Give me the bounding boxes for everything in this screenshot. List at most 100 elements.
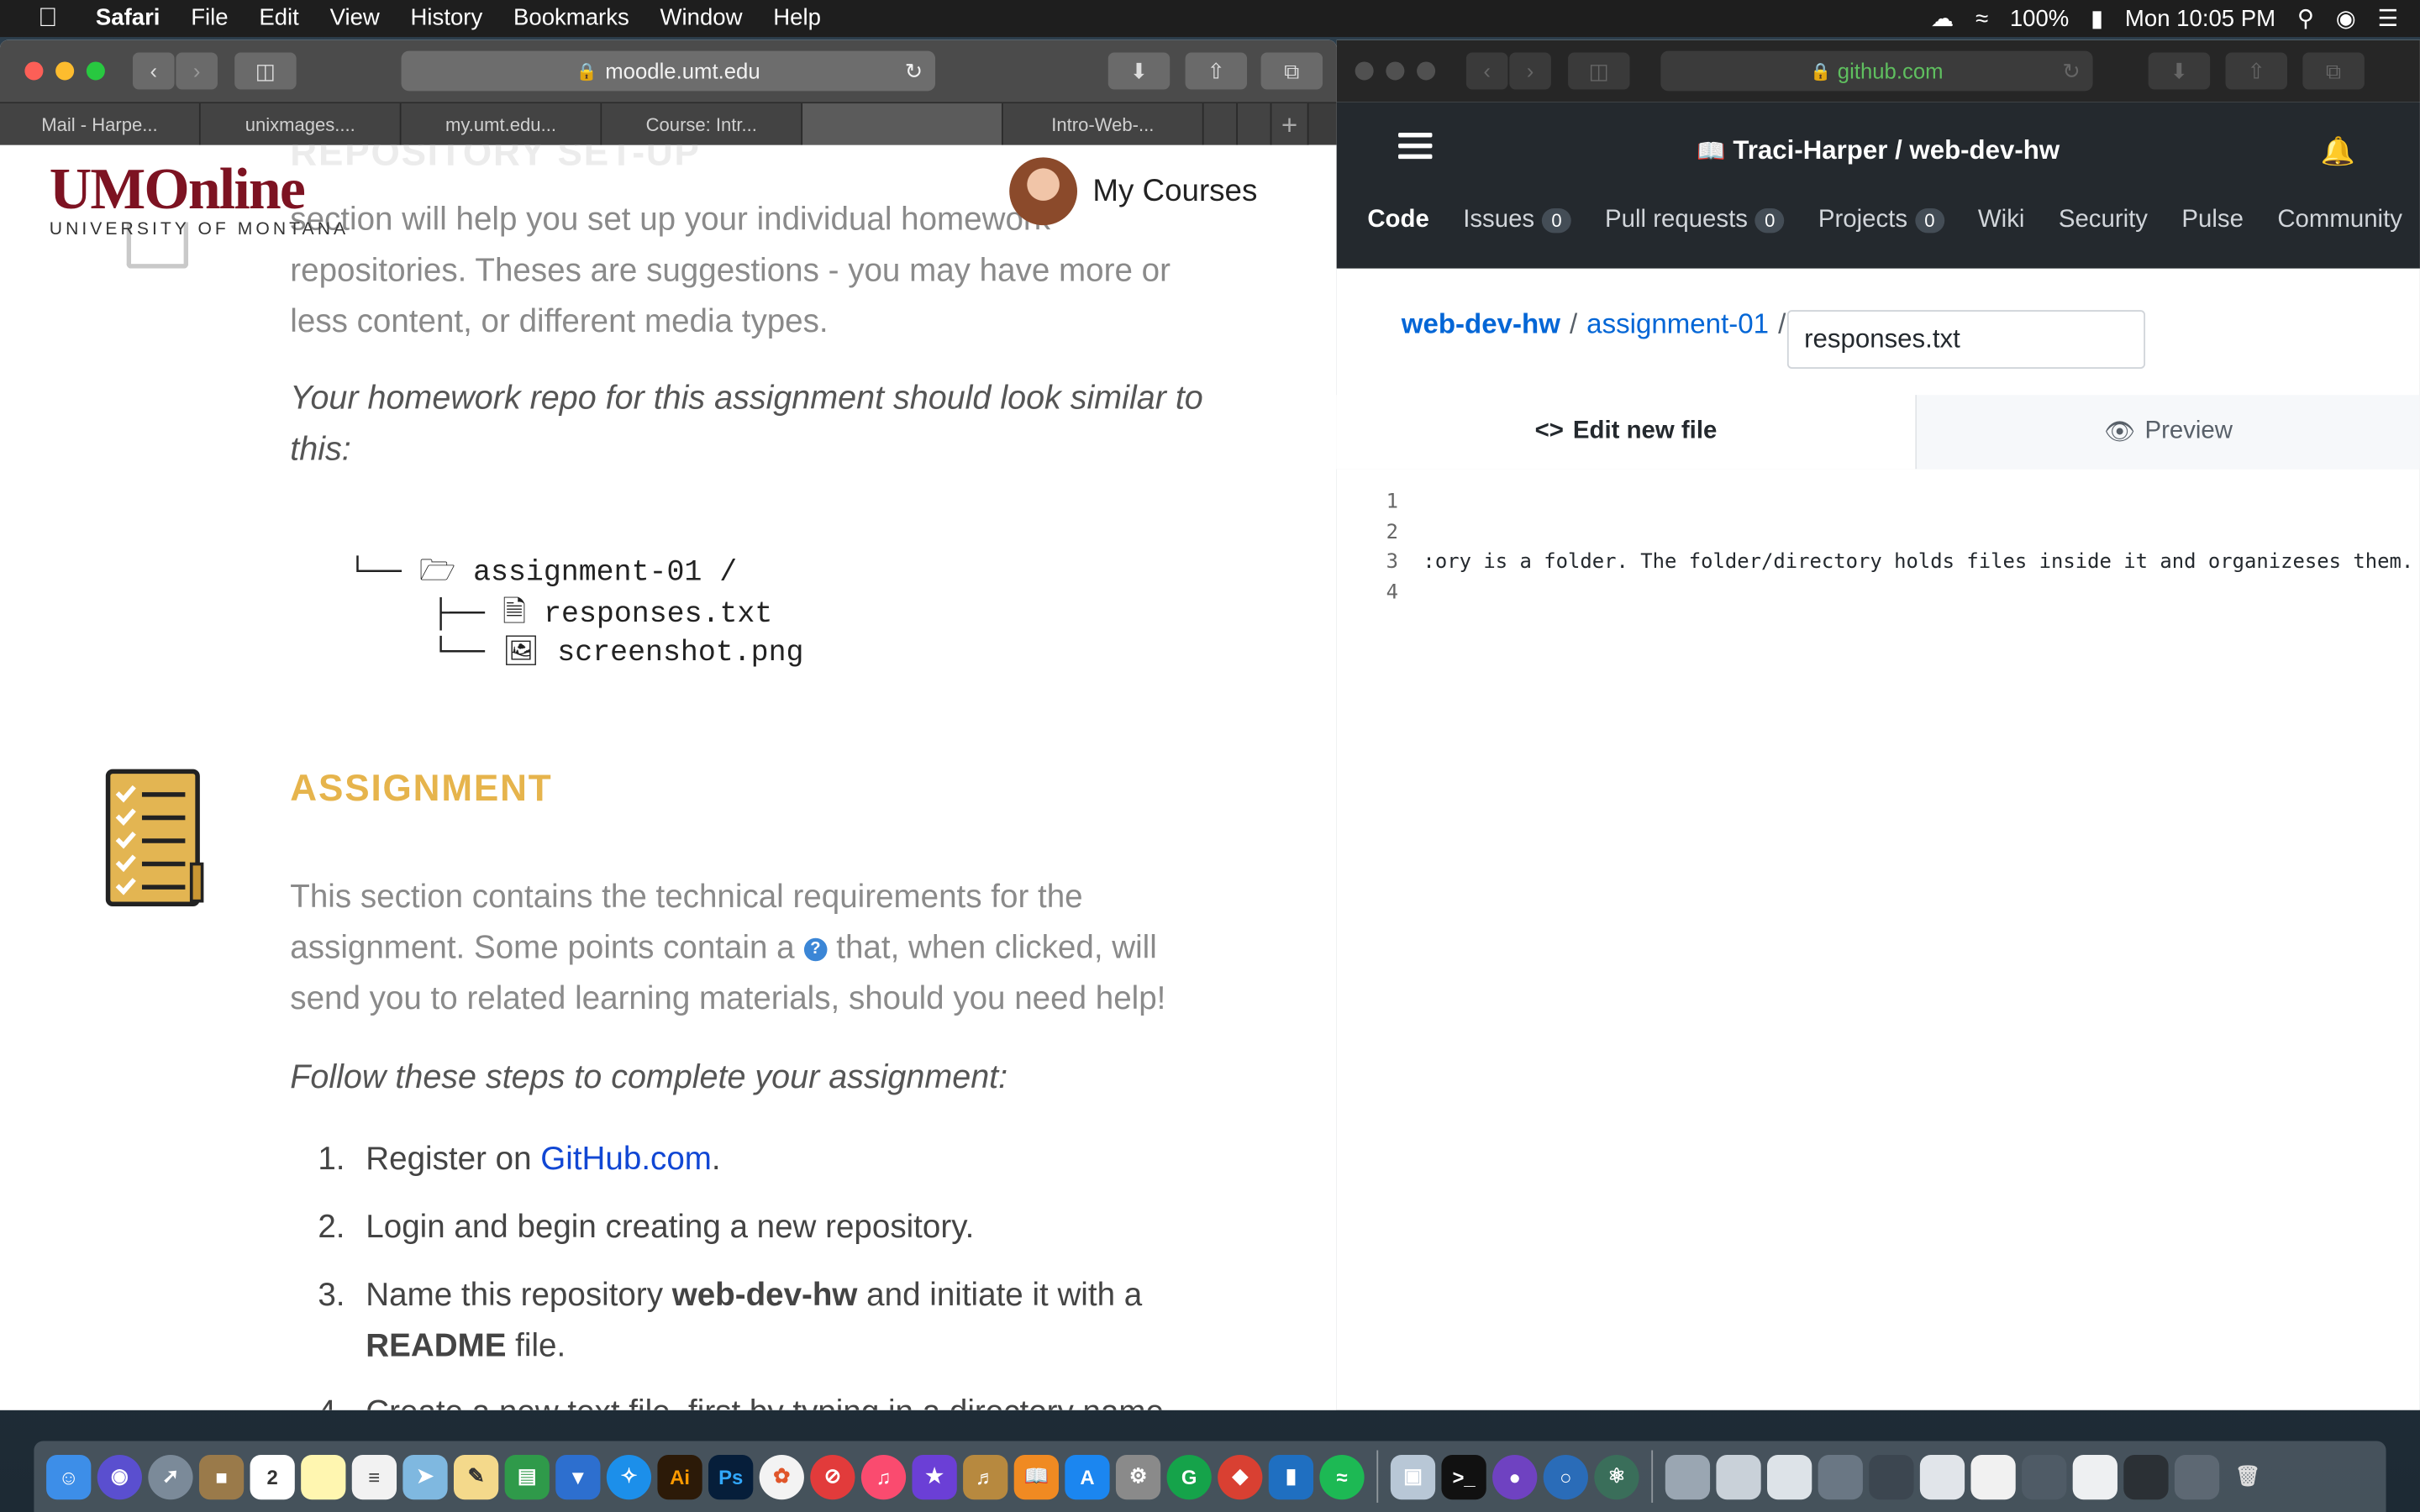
breadcrumb-dir-link[interactable]: assignment-01 [1586, 308, 1769, 341]
tab-extra-2[interactable] [1238, 103, 1272, 147]
back-button[interactable]: ‹ [1465, 52, 1508, 90]
spotify-icon[interactable]: ≈ [1319, 1454, 1365, 1499]
edit-file-tab[interactable]: <> Edit new file [1336, 395, 1918, 470]
breadcrumb-repo-link[interactable]: web-dev-hw [1402, 308, 1560, 341]
tab-active[interactable] [802, 103, 1003, 147]
creative-cloud-icon[interactable]: ☁ [1931, 5, 1954, 32]
tab-pull-requests[interactable]: Pull requests 0 [1605, 207, 1785, 234]
my-courses-link[interactable]: My Courses [1009, 157, 1257, 226]
tab-code[interactable]: Code [1367, 207, 1428, 234]
siri-icon[interactable]: ◉ [2336, 5, 2356, 32]
tab-wiki[interactable]: Wiki [1978, 207, 2025, 234]
photos-icon[interactable]: ✿ [759, 1454, 804, 1499]
system-preferences-icon[interactable]: ⚙ [1115, 1454, 1161, 1499]
numbers-icon[interactable]: ▤ [504, 1454, 550, 1499]
terminal-icon[interactable]: >_ [1441, 1454, 1486, 1499]
finder-icon[interactable]: ☺ [46, 1454, 92, 1499]
address-bar[interactable]: 🔒 github.com ↻ [1660, 50, 2093, 92]
menu-app-safari[interactable]: Safari [96, 0, 176, 37]
zoom-window-button[interactable] [1417, 61, 1436, 81]
tab-projects[interactable]: Projects 0 [1818, 207, 1944, 234]
app-store-icon[interactable]: A [1065, 1454, 1110, 1499]
photoshop-icon[interactable]: Ps [708, 1454, 754, 1499]
code-line-3[interactable]: :ory is a folder. The folder/directory h… [1423, 551, 2413, 575]
minimize-window-button[interactable] [55, 61, 75, 81]
sidebar-toggle-icon[interactable]: ◫ [1568, 52, 1630, 90]
minimized-window-2-icon[interactable] [1716, 1454, 1761, 1499]
menu-help[interactable]: Help [758, 0, 836, 37]
tab-pulse[interactable]: Pulse [2181, 207, 2244, 234]
repo-name-link[interactable]: web-dev-hw [1909, 136, 2060, 165]
minimized-window-4-icon[interactable] [1818, 1454, 1863, 1499]
tab-unixmages[interactable]: unixmages.... [200, 103, 402, 147]
zoom-window-button[interactable] [86, 61, 105, 81]
books-icon[interactable]: 📖 [1013, 1454, 1059, 1499]
notifications-bell-icon[interactable]: 🔔 [2321, 136, 2355, 169]
minimized-window-9-icon[interactable] [2072, 1454, 2118, 1499]
calendar-icon[interactable]: 2 [250, 1454, 295, 1499]
preview-tab[interactable]: 👁 Preview [1917, 395, 2420, 470]
minimized-window-8-icon[interactable] [2022, 1454, 2067, 1499]
share-icon[interactable]: ⇧ [2225, 52, 2287, 90]
reminders-icon[interactable]: ≡ [351, 1454, 397, 1499]
reload-icon[interactable]: ↻ [905, 58, 923, 84]
spotlight-search-icon[interactable]: ⚲ [2297, 5, 2314, 32]
safari-icon[interactable]: ✧ [606, 1454, 652, 1499]
tab-course[interactable]: Course: Intr... [602, 103, 803, 147]
illustrator-icon[interactable]: Ai [657, 1454, 702, 1499]
apple-menu-icon[interactable]:  [0, 3, 96, 34]
maps-icon[interactable]: ➤ [402, 1454, 448, 1499]
minimized-window-6-icon[interactable] [1919, 1454, 1965, 1499]
clock[interactable]: Mon 10:05 PM [2125, 5, 2275, 31]
tab-extra[interactable] [1203, 103, 1239, 147]
downloads-icon[interactable]: ⬇ [2148, 52, 2211, 90]
browser-app-icon[interactable]: ○ [1543, 1454, 1588, 1499]
tab-overview-icon[interactable]: ⧉ [1260, 52, 1323, 90]
wifi-icon[interactable]: ≈ [1975, 5, 1988, 31]
filename-input[interactable]: responses.txt [1786, 310, 2146, 369]
tab-intro-web[interactable]: Intro-Web-... [1002, 103, 1204, 147]
github-link[interactable]: GitHub.com [540, 1142, 712, 1177]
forward-button[interactable]: › [1509, 52, 1551, 90]
avatar[interactable] [1009, 157, 1078, 226]
notes-icon[interactable] [301, 1454, 346, 1499]
pdf-app-icon[interactable]: ◆ [1218, 1454, 1263, 1499]
minimized-window-10-icon[interactable] [2123, 1454, 2169, 1499]
minimized-window-5-icon[interactable] [1869, 1454, 1914, 1499]
menu-bookmarks[interactable]: Bookmarks [498, 0, 645, 37]
blocked-app-icon[interactable]: ⊘ [810, 1454, 855, 1499]
garageband-icon[interactable]: ♬ [963, 1454, 1008, 1499]
menu-view[interactable]: View [314, 0, 395, 37]
launchpad-icon[interactable]: ➚ [148, 1454, 193, 1499]
contacts-icon[interactable]: ■ [198, 1454, 245, 1499]
new-tab-button[interactable]: + [1271, 103, 1309, 147]
sidebar-toggle-icon[interactable]: ◫ [234, 52, 297, 90]
address-bar[interactable]: 🔒 moodle.umt.edu ↻ [401, 50, 936, 92]
grammarly-icon[interactable]: G [1166, 1454, 1212, 1499]
pages-icon[interactable]: ✎ [453, 1454, 499, 1499]
minimize-window-button[interactable] [1386, 61, 1405, 81]
menu-edit[interactable]: Edit [244, 0, 314, 37]
back-button[interactable]: ‹ [132, 52, 175, 90]
trash-icon[interactable]: 🗑 [2226, 1454, 2270, 1499]
tab-my-umt[interactable]: my.umt.edu... [401, 103, 602, 147]
close-window-button[interactable] [24, 61, 44, 81]
itunes-icon[interactable]: ♫ [860, 1454, 907, 1499]
tab-issues[interactable]: Issues 0 [1463, 207, 1571, 234]
github-desktop-icon[interactable]: ● [1492, 1454, 1538, 1499]
repo-owner-link[interactable]: Traci-Harper [1733, 136, 1887, 165]
close-window-button[interactable] [1355, 61, 1374, 81]
minimized-window-7-icon[interactable] [1970, 1454, 2016, 1499]
keynote-icon[interactable]: ▼ [555, 1454, 601, 1499]
siri-icon[interactable]: ◉ [97, 1454, 142, 1499]
trello-icon[interactable]: ▮ [1268, 1454, 1314, 1499]
umonline-logo[interactable]: UMOnline UNIVERSITY OF MONTANA [50, 160, 349, 239]
tab-overview-icon[interactable]: ⧉ [2302, 52, 2365, 90]
imovie-star-icon[interactable]: ★ [912, 1454, 957, 1499]
menu-window[interactable]: Window [644, 0, 758, 37]
tab-mail[interactable]: Mail - Harpe... [0, 103, 201, 147]
minimized-window-3-icon[interactable] [1767, 1454, 1812, 1499]
minimized-window-11-icon[interactable] [2174, 1454, 2220, 1499]
share-icon[interactable]: ⇧ [1185, 52, 1248, 90]
forward-button[interactable]: › [176, 52, 218, 90]
